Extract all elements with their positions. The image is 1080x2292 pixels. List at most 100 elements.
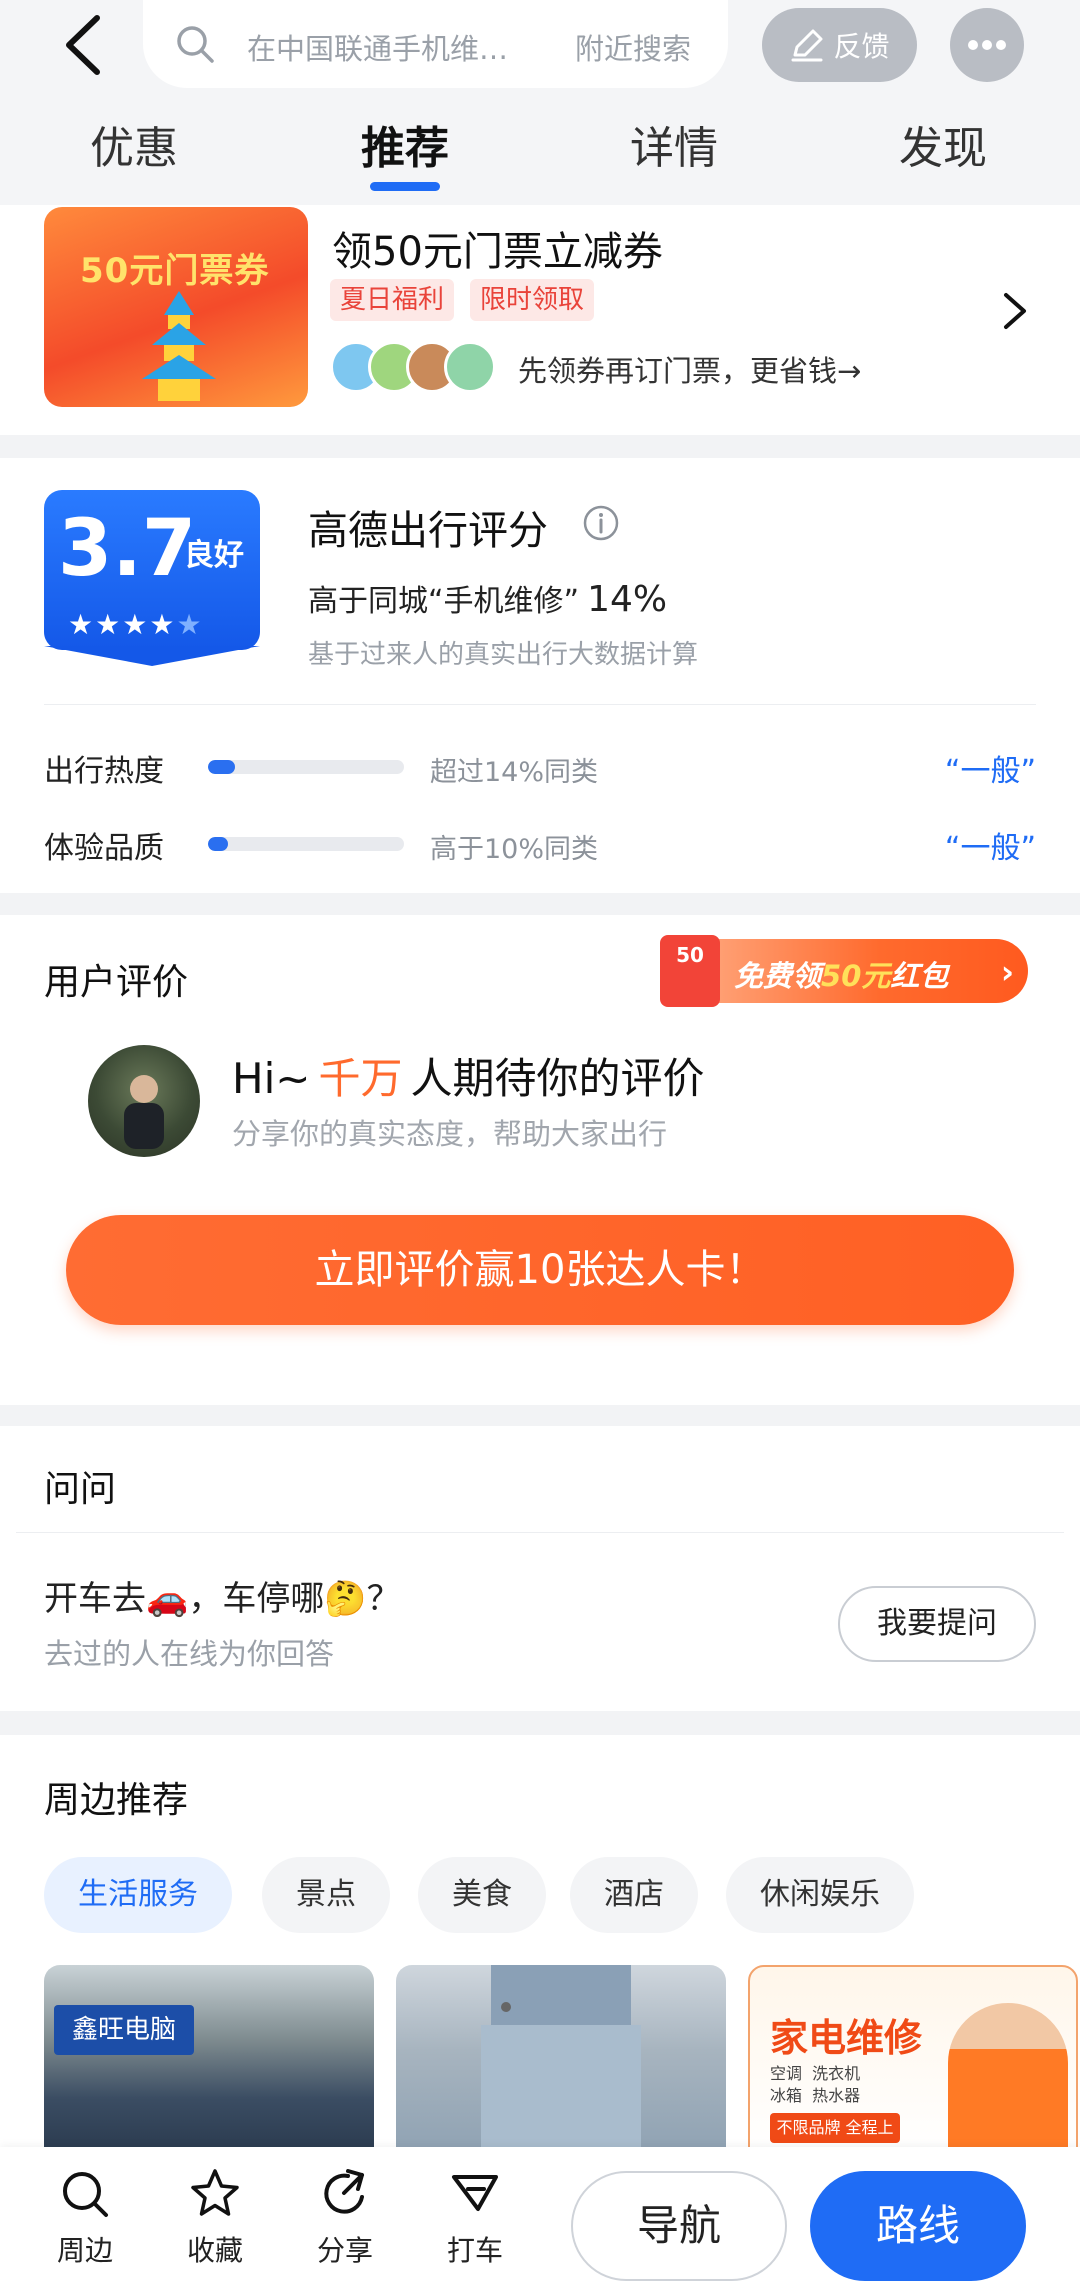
bottom-item-label: 打车 <box>446 2234 503 2267</box>
review-headline-post: 人期待你的评价 <box>410 1054 705 1103</box>
metric-value: “一般” <box>944 754 1036 789</box>
red-packet-icon-text: 50 <box>676 943 704 967</box>
repair-bar: 不限品牌 全程上门 <box>770 2113 900 2153</box>
star-icon: ★ <box>68 608 96 641</box>
search-bar[interactable]: 在中国联通手机维… 附近搜索 <box>143 0 728 88</box>
divider <box>44 704 1036 705</box>
back-arrow-icon[interactable] <box>55 10 115 80</box>
rating-compare-text: 高于同城“手机维修” <box>308 584 580 619</box>
metric-text: 高于10%同类 <box>430 834 599 865</box>
avatar-group <box>330 341 500 397</box>
avatar <box>444 341 496 393</box>
taxi-icon <box>452 2175 498 2211</box>
red-packet-pre: 免费领 <box>734 959 822 993</box>
coupon-image: 50元门票券 <box>44 207 308 407</box>
rating-badge: 3.7 良好 ★★★★★ <box>44 490 260 650</box>
chevron-right-icon <box>1004 293 1026 329</box>
metric-row-quality: 体验品质 高于10%同类 “一般” <box>44 813 1036 873</box>
coupon-card[interactable]: 50元门票券 领50元门票立减券 夏日福利 限时领取 先领券再订门票，更省钱→ <box>0 205 1080 435</box>
bottom-item-label: 分享 <box>316 2234 373 2267</box>
chip-life-services[interactable]: 生活服务 <box>44 1857 232 1933</box>
chip-attractions[interactable]: 景点 <box>262 1857 390 1933</box>
bottom-item-taxi[interactable]: 打车 <box>425 2167 525 2269</box>
star-icon: ★ <box>95 608 123 641</box>
info-icon[interactable] <box>582 504 620 542</box>
coupon-desc: 先领券再订门票，更省钱→ <box>518 354 862 388</box>
metric-bar <box>208 760 404 774</box>
person-image <box>948 2003 1068 2153</box>
star-icon <box>191 2169 239 2216</box>
metric-bar-fill <box>208 760 236 774</box>
review-headline-pre: Hi~ <box>232 1054 311 1103</box>
rating-title: 高德出行评分 <box>308 508 548 554</box>
rating-card: 3.7 良好 ★★★★★ 高德出行评分 高于同城“手机维修” 14% 基于过来人的… <box>0 458 1080 893</box>
top-header: 在中国联通手机维… 附近搜索 反馈 优惠 推荐 详情 发现 <box>0 0 1080 205</box>
feedback-label: 反馈 <box>833 30 890 63</box>
rating-basis: 基于过来人的真实出行大数据计算 <box>308 640 699 670</box>
bottom-item-share[interactable]: 分享 <box>295 2167 395 2269</box>
repair-title: 家电维修 <box>770 2016 923 2060</box>
nearby-search-link[interactable]: 附近搜索 <box>575 26 691 68</box>
tab-details[interactable]: 详情 <box>574 112 774 176</box>
person-photo-icon <box>124 1075 164 1149</box>
red-packet-button[interactable]: 50 免费领50元红包 › <box>660 935 1028 1007</box>
coupon-tag: 限时领取 <box>470 279 595 321</box>
photo-icon <box>481 1965 641 2155</box>
tab-recommend[interactable]: 推荐 <box>305 112 505 176</box>
red-packet-amount: 50元 <box>821 959 891 993</box>
more-button[interactable] <box>950 8 1024 82</box>
chip-food[interactable]: 美食 <box>418 1857 546 1933</box>
feedback-button[interactable]: 反馈 <box>762 8 917 82</box>
search-placeholder: 在中国联通手机维… <box>247 32 509 66</box>
tab-discounts[interactable]: 优惠 <box>34 112 234 176</box>
metric-row-popularity: 出行热度 超过14%同类 “一般” <box>44 736 1036 796</box>
share-icon <box>324 2169 364 2214</box>
search-icon <box>63 2172 108 2217</box>
metric-value: “一般” <box>944 831 1036 866</box>
user-avatar[interactable] <box>88 1045 200 1157</box>
coupon-title: 领50元门票立减券 <box>332 229 663 275</box>
rating-score: 3.7 <box>58 504 197 594</box>
edit-icon <box>791 29 823 62</box>
shop-sign: 鑫旺电脑 <box>54 2005 194 2055</box>
metric-bar <box>208 837 404 851</box>
bottom-item-label: 收藏 <box>186 2234 243 2267</box>
nearby-thumbnail[interactable] <box>396 1965 726 2155</box>
nearby-thumbnail[interactable]: 鑫旺电脑 <box>44 1965 374 2155</box>
qa-subtitle: 去过的人在线为你回答 <box>44 1637 335 1671</box>
star-half-icon: ★ <box>149 608 177 641</box>
bottom-item-nearby[interactable]: 周边 <box>35 2167 135 2269</box>
metric-bar-fill <box>208 837 228 851</box>
route-button[interactable]: 路线 <box>810 2171 1026 2281</box>
nearby-thumbnail[interactable]: 家电维修 空调 洗衣机 冰箱 热水器 不限品牌 全程上门 <box>748 1965 1078 2155</box>
qa-question: 开车去🚗，车停哪🤔？ <box>44 1579 401 1619</box>
chip-hotels[interactable]: 酒店 <box>570 1857 698 1933</box>
review-subtitle: 分享你的真实态度，帮助大家出行 <box>232 1117 668 1151</box>
red-packet-label: 免费领50元红包 <box>734 953 948 995</box>
rating-level: 良好 <box>184 538 244 573</box>
navigate-button[interactable]: 导航 <box>571 2171 787 2281</box>
star-icon: ★ <box>176 608 204 641</box>
section-title: 问问 <box>44 1469 117 1510</box>
bottom-item-favorite[interactable]: 收藏 <box>165 2167 265 2269</box>
chip-leisure[interactable]: 休闲娱乐 <box>726 1857 914 1933</box>
tab-discover[interactable]: 发现 <box>843 112 1043 176</box>
active-tab-indicator <box>370 182 440 191</box>
tab-bar: 优惠 推荐 详情 发现 <box>0 112 1080 192</box>
write-review-button[interactable]: 立即评价赢10张达人卡！ <box>66 1215 1014 1325</box>
coupon-tag: 夏日福利 <box>330 279 455 321</box>
nearby-card: 周边推荐 生活服务 景点 美食 酒店 休闲娱乐 鑫旺电脑 家电维修 空调 洗衣机… <box>0 1735 1080 2155</box>
star-icon: ★ <box>122 608 150 641</box>
metric-text: 超过14%同类 <box>430 757 599 788</box>
pagoda-icon <box>142 291 216 401</box>
red-packet-icon: 50 <box>660 935 720 1007</box>
repair-items: 空调 洗衣机 冰箱 热水器 <box>770 2064 861 2105</box>
metric-label: 出行热度 <box>44 754 164 789</box>
red-packet-post: 红包 <box>890 959 949 993</box>
section-title: 周边推荐 <box>44 1780 189 1821</box>
metric-label: 体验品质 <box>44 831 164 866</box>
search-icon <box>177 26 214 63</box>
divider <box>16 1532 1064 1533</box>
ask-question-button[interactable]: 我要提问 <box>838 1586 1036 1662</box>
bottom-item-label: 周边 <box>56 2234 113 2267</box>
